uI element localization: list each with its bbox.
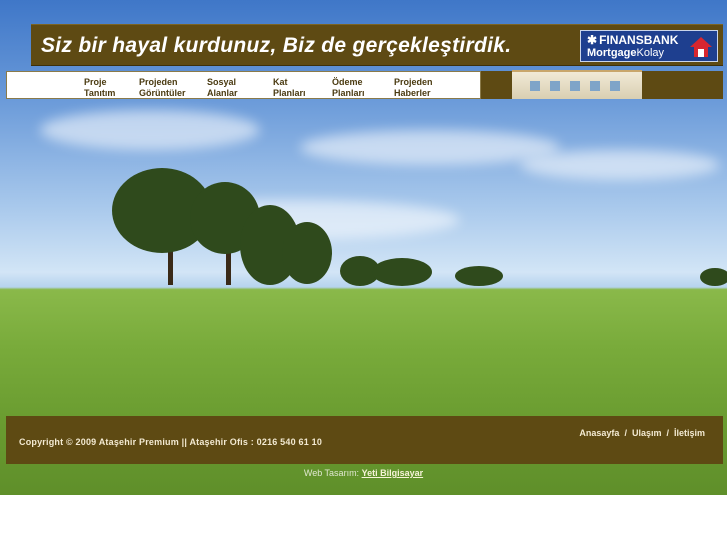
nav-item-proje-tanitim[interactable]: Proje Tanıtım — [84, 77, 115, 99]
bank-product-light: Kolay — [636, 47, 665, 59]
footer-copyright: Copyright © 2009 Ataşehir Premium || Ata… — [19, 437, 323, 447]
cloud — [520, 150, 720, 180]
nav-item-projeden-haberler[interactable]: Projeden Haberler — [394, 77, 433, 99]
footer-link-ulasim[interactable]: Ulaşım — [632, 428, 662, 438]
credit-link[interactable]: Yeti Bilgisayar — [362, 468, 424, 478]
nav-item-odeme-planlari[interactable]: Ödeme Planları — [332, 77, 365, 99]
bank-name: FINANSBANK — [599, 33, 679, 47]
tree — [282, 222, 332, 284]
main-navigation: Proje Tanıtım Projeden Görüntüler Sosyal… — [6, 71, 481, 99]
tree — [455, 266, 503, 286]
footer-links: Anasayfa / Ulaşım / İletişim — [579, 428, 705, 438]
footer-bar: Copyright © 2009 Ataşehir Premium || Ata… — [6, 416, 723, 464]
footer-separator: / — [666, 428, 669, 438]
building-image — [512, 70, 642, 99]
footer-separator: / — [624, 428, 627, 438]
house-icon — [690, 37, 712, 57]
header-slogan: Siz bir hayal kurdunuz, Biz de gerçekleş… — [41, 34, 512, 57]
finansbank-logo[interactable]: ✱ FINANSBANK MortgageKolay — [580, 30, 718, 62]
tree — [372, 258, 432, 286]
credit-prefix: Web Tasarım: — [303, 468, 360, 478]
bank-product-bold: Mortgage — [587, 47, 637, 59]
design-credit: Web Tasarım: Yeti Bilgisayar — [0, 468, 727, 478]
nav-item-sosyal-alanlar[interactable]: Sosyal Alanlar — [207, 77, 238, 99]
asterisk-icon: ✱ — [587, 33, 598, 47]
cloud — [40, 110, 260, 150]
tree — [700, 268, 727, 286]
nav-item-projeden-goruntuler[interactable]: Projeden Görüntüler — [139, 77, 186, 99]
footer-link-iletisim[interactable]: İletişim — [674, 428, 705, 438]
header-bar: Siz bir hayal kurdunuz, Biz de gerçekleş… — [31, 24, 723, 66]
cloud — [300, 130, 560, 165]
nav-item-kat-planlari[interactable]: Kat Planları — [273, 77, 306, 99]
footer-link-anasayfa[interactable]: Anasayfa — [579, 428, 619, 438]
